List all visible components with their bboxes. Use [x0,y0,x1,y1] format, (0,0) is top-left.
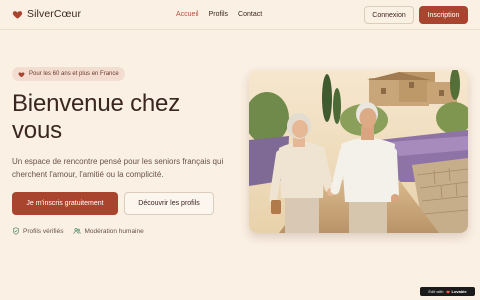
trust-item-moderation: Modération humaine [73,227,144,235]
users-icon [73,228,81,234]
signup-button[interactable]: Inscription [419,6,468,24]
login-button[interactable]: Connexion [364,6,414,24]
brand-name: SilverCœur [27,8,82,20]
audience-badge-label: Pour les 60 ans et plus en France [29,71,119,77]
trust-item-verified: Profils vérifiés [12,227,63,235]
signup-free-button[interactable]: Je m'inscris gratuitement [12,192,118,215]
trust-label: Modération humaine [84,227,144,235]
edit-badge-brand: Lovable [451,289,467,294]
heart-icon [18,71,25,77]
edit-with-lovable-badge[interactable]: Edit with Lovable [420,287,475,296]
shield-check-icon [13,227,19,235]
nav-item-contact[interactable]: Contact [238,11,262,18]
brand-logo[interactable]: SilverCœur [12,8,81,20]
discover-profiles-button[interactable]: Découvrir les profils [124,192,214,215]
main-nav: Accueil Profils Contact [176,11,262,18]
hero-photo-couple [249,70,468,233]
heart-icon [12,10,23,19]
nav-item-profils[interactable]: Profils [209,11,228,18]
lovable-heart-icon [445,290,450,293]
nav-item-accueil[interactable]: Accueil [176,11,199,18]
trust-indicators: Profils vérifiés Modération humaine [12,227,144,235]
hero-title: Bienvenue chez vous [12,90,180,144]
trust-label: Profils vérifiés [23,227,64,235]
audience-badge: Pour les 60 ans et plus en France [12,67,125,81]
site-header: SilverCœur Accueil Profils Contact Conne… [0,0,480,30]
hero-description: Un espace de rencontre pensé pour les se… [12,157,224,179]
edit-badge-prefix: Edit with [428,289,444,294]
